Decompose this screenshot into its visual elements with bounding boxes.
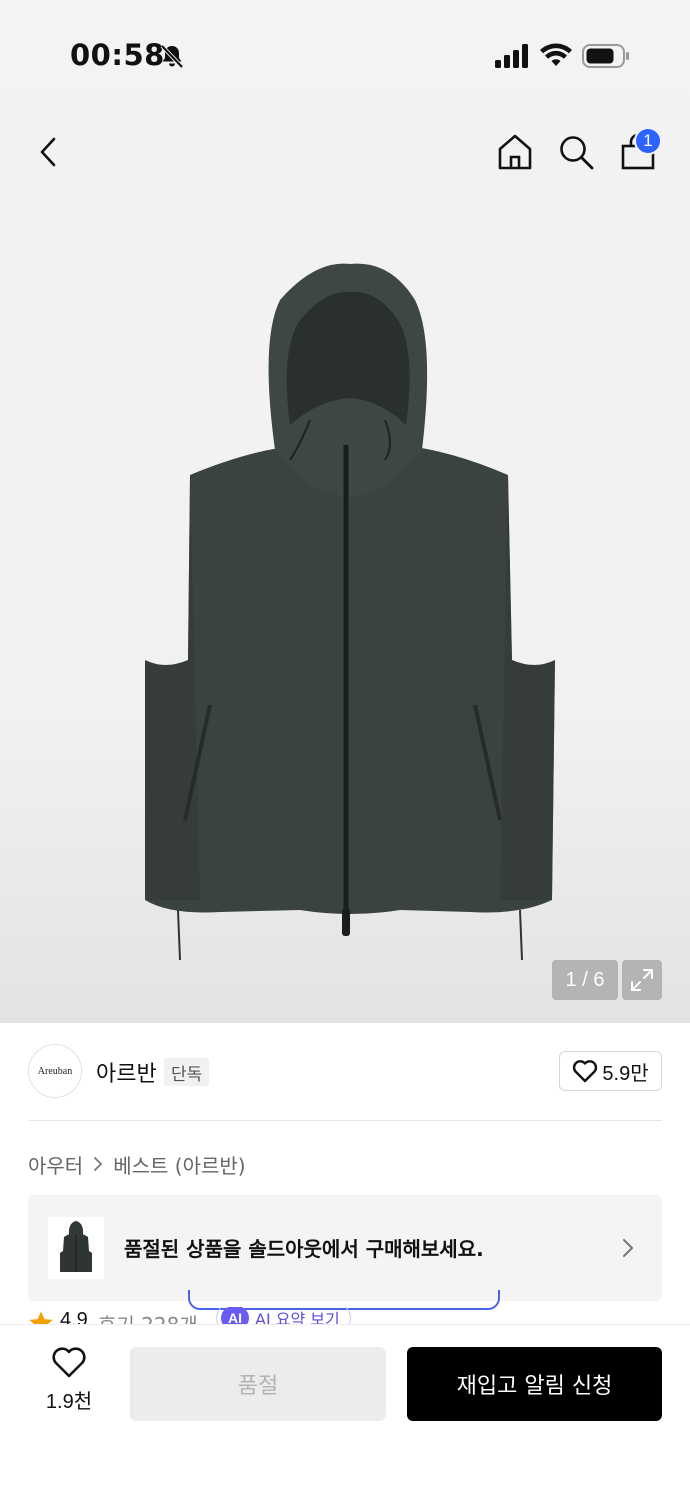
image-counter: 1 / 6: [552, 960, 618, 1000]
brand-name[interactable]: 아르반: [96, 1056, 157, 1088]
breadcrumb-category[interactable]: 아우터: [28, 1150, 83, 1179]
wishlist-count: 1.9천: [45, 1391, 93, 1413]
breadcrumb-subcategory[interactable]: 베스트 (아르반): [113, 1150, 245, 1179]
brand-like-count: 5.9만: [602, 1062, 649, 1085]
back-button[interactable]: [26, 130, 70, 174]
heart-icon: [573, 1060, 598, 1083]
home-button[interactable]: [493, 130, 537, 174]
product-image[interactable]: [140, 260, 560, 970]
top-navigation: [0, 120, 690, 184]
home-icon: [498, 134, 532, 170]
status-time: 00:58: [70, 38, 165, 72]
brand-like-button[interactable]: 5.9만: [559, 1051, 662, 1091]
cart-badge: 1: [634, 127, 662, 155]
cellular-signal-icon: [495, 44, 528, 68]
search-icon: [560, 136, 594, 170]
soldout-banner-text: 품절된 상품을 솔드아웃에서 구매해보세요.: [124, 1237, 484, 1261]
brand-row: Areuban 아르반 단독 5.9만: [0, 1040, 690, 1104]
wishlist-button[interactable]: 1.9천: [36, 1347, 102, 1421]
exclusive-badge: 단독: [164, 1058, 210, 1086]
chevron-left-icon: [40, 137, 56, 167]
soldout-button: 품절: [130, 1347, 386, 1421]
restock-alert-button[interactable]: 재입고 알림 신청: [407, 1347, 662, 1421]
wifi-icon: [540, 43, 572, 66]
expand-image-button[interactable]: [622, 960, 662, 1000]
breadcrumb: 아우터 베스트 (아르반): [28, 1150, 246, 1178]
banner-product-thumbnail: [48, 1217, 104, 1279]
heart-icon: [52, 1347, 86, 1378]
search-button[interactable]: [554, 130, 598, 174]
divider: [28, 1120, 662, 1121]
bottom-action-bar: 1.9천 품절 재입고 알림 신청: [0, 1324, 690, 1500]
product-gallery[interactable]: 00:58 1 1 / 6: [0, 0, 690, 1023]
expand-icon: [631, 969, 653, 991]
status-bar: 00:58: [0, 0, 690, 100]
brand-logo[interactable]: Areuban: [28, 1044, 82, 1098]
brand-logo-text: Areuban: [37, 1065, 73, 1077]
chevron-right-icon: [94, 1157, 103, 1171]
bell-slash-icon: [160, 44, 184, 69]
chevron-right-icon: [623, 1239, 634, 1257]
soldout-banner[interactable]: 품절된 상품을 솔드아웃에서 구매해보세요.: [28, 1195, 662, 1301]
battery-icon: [582, 44, 629, 68]
